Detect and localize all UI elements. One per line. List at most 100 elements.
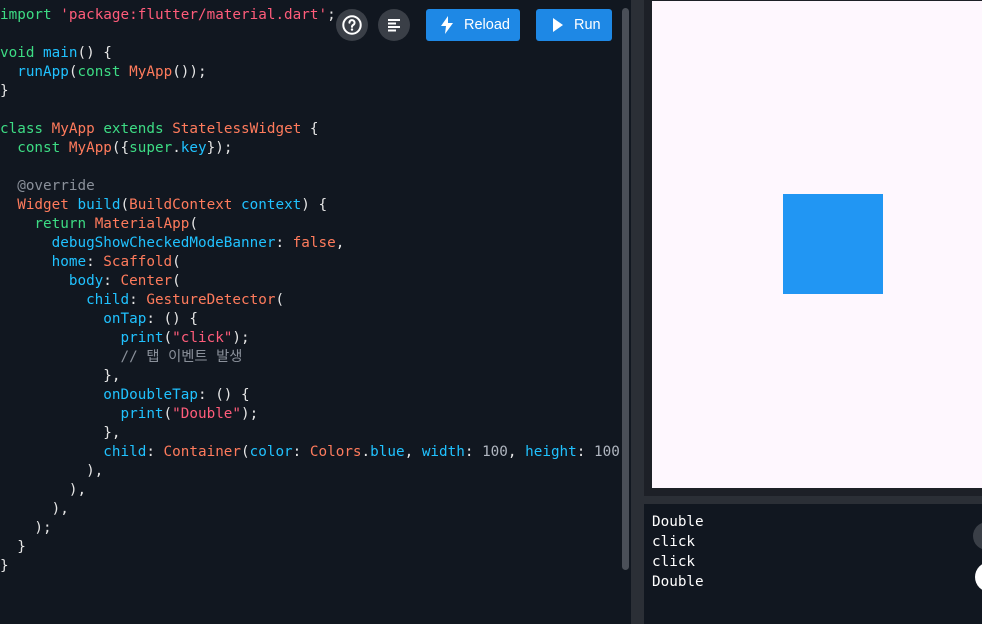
code-token: onTap bbox=[0, 311, 147, 327]
app-preview bbox=[652, 1, 982, 488]
code-token: // 탭 이벤트 발생 bbox=[0, 349, 243, 365]
code-line[interactable]: child: Container(color: Colors.blue, wid… bbox=[0, 443, 620, 462]
code-line[interactable]: ); bbox=[0, 519, 620, 538]
code-token: return bbox=[0, 216, 95, 232]
code-token: debugShowCheckedModeBanner bbox=[0, 235, 276, 251]
code-token: ( bbox=[241, 444, 250, 460]
code-token: color bbox=[249, 444, 293, 460]
code-token: Container bbox=[163, 444, 242, 460]
code-line[interactable] bbox=[0, 25, 620, 44]
code-line[interactable]: @override bbox=[0, 177, 620, 196]
console-line: Double bbox=[652, 574, 704, 590]
code-token: . bbox=[172, 140, 181, 156]
code-token: : bbox=[129, 292, 147, 308]
code-line[interactable]: class MyApp extends StatelessWidget { bbox=[0, 120, 620, 139]
code-token: ( bbox=[275, 292, 285, 308]
code-line[interactable]: runApp(const MyApp()); bbox=[0, 63, 620, 82]
code-token: ), bbox=[0, 482, 87, 498]
format-button[interactable] bbox=[378, 9, 410, 41]
console-action-button[interactable] bbox=[973, 522, 982, 550]
code-token: ) { bbox=[301, 197, 328, 213]
code-token: : () { bbox=[197, 387, 250, 403]
code-line[interactable]: return MaterialApp( bbox=[0, 215, 620, 234]
code-token: BuildContext bbox=[129, 197, 242, 213]
code-line[interactable]: // 탭 이벤트 발생 bbox=[0, 348, 620, 367]
code-line[interactable]: print("click"); bbox=[0, 329, 620, 348]
code-line[interactable]: import 'package:flutter/material.dart'; bbox=[0, 6, 620, 25]
code-token: }); bbox=[206, 140, 233, 156]
code-token: runApp bbox=[0, 64, 69, 80]
code-token: Scaffold bbox=[103, 254, 173, 270]
code-token: ()); bbox=[172, 64, 207, 80]
lightning-icon bbox=[441, 16, 453, 34]
code-token: StatelessWidget bbox=[172, 121, 302, 137]
code-line[interactable]: const MyApp({super.key}); bbox=[0, 139, 620, 158]
code-line[interactable]: }, bbox=[0, 424, 620, 443]
reload-label: Reload bbox=[464, 17, 510, 33]
code-line[interactable]: } bbox=[0, 538, 620, 557]
reload-button[interactable]: Reload bbox=[426, 9, 520, 41]
console-splitter[interactable] bbox=[644, 496, 982, 504]
code-token: ( bbox=[163, 330, 173, 346]
code-token: : bbox=[292, 444, 310, 460]
code-token: height bbox=[525, 444, 577, 460]
code-token: ( bbox=[120, 197, 130, 213]
code-line[interactable]: print("Double"); bbox=[0, 405, 620, 424]
editor-scrollbar-thumb[interactable] bbox=[622, 8, 629, 570]
code-line[interactable]: Widget build(BuildContext context) { bbox=[0, 196, 620, 215]
help-button[interactable] bbox=[336, 9, 368, 41]
code-token: Center bbox=[120, 273, 173, 289]
code-line[interactable]: } bbox=[0, 82, 620, 101]
code-token: ); bbox=[0, 520, 52, 536]
console-clear-button[interactable] bbox=[975, 562, 982, 592]
code-token: class bbox=[0, 121, 52, 137]
code-token: () { bbox=[77, 45, 112, 61]
code-token: false bbox=[292, 235, 336, 251]
run-label: Run bbox=[574, 17, 601, 33]
code-token: 100 bbox=[594, 444, 620, 460]
console-output: Double click click Double bbox=[652, 512, 704, 592]
pane-splitter[interactable] bbox=[631, 0, 644, 624]
code-token: : bbox=[103, 273, 121, 289]
code-token: MyApp bbox=[129, 64, 173, 80]
code-line[interactable]: ), bbox=[0, 462, 620, 481]
code-line[interactable]: ), bbox=[0, 500, 620, 519]
code-token: width bbox=[421, 444, 465, 460]
code-editor[interactable]: import 'package:flutter/material.dart'; … bbox=[0, 0, 620, 624]
code-line[interactable]: home: Scaffold( bbox=[0, 253, 620, 272]
code-token: , bbox=[335, 235, 345, 251]
code-line[interactable]: } bbox=[0, 557, 620, 576]
code-line[interactable]: onTap: () { bbox=[0, 310, 620, 329]
code-line[interactable]: child: GestureDetector( bbox=[0, 291, 620, 310]
code-line[interactable]: debugShowCheckedModeBanner: false, bbox=[0, 234, 620, 253]
code-content[interactable]: import 'package:flutter/material.dart'; … bbox=[0, 6, 620, 576]
code-line[interactable]: body: Center( bbox=[0, 272, 620, 291]
code-token: build bbox=[77, 197, 121, 213]
code-token: onDoubleTap bbox=[0, 387, 198, 403]
code-line[interactable]: ), bbox=[0, 481, 620, 500]
code-token: , bbox=[404, 444, 422, 460]
format-align-icon bbox=[388, 19, 400, 32]
code-line[interactable]: }, bbox=[0, 367, 620, 386]
code-token: 100 bbox=[482, 444, 508, 460]
code-token: MaterialApp bbox=[94, 216, 190, 232]
run-button[interactable]: Run bbox=[536, 9, 612, 41]
code-token: ( bbox=[163, 406, 173, 422]
code-token: }, bbox=[0, 368, 121, 384]
code-token: "click" bbox=[172, 330, 233, 346]
editor-scrollbar[interactable] bbox=[620, 0, 631, 624]
code-token: { bbox=[301, 121, 319, 137]
blue-container[interactable] bbox=[783, 194, 883, 294]
console-panel: Double click click Double bbox=[644, 504, 982, 624]
code-line[interactable] bbox=[0, 101, 620, 120]
code-line[interactable]: onDoubleTap: () { bbox=[0, 386, 620, 405]
code-token: const bbox=[77, 64, 130, 80]
code-token: key bbox=[180, 140, 207, 156]
code-token: import bbox=[0, 7, 61, 23]
code-line[interactable]: void main() { bbox=[0, 44, 620, 63]
code-token: body bbox=[0, 273, 104, 289]
code-line[interactable] bbox=[0, 158, 620, 177]
code-token: } bbox=[0, 83, 9, 99]
code-token: : () { bbox=[146, 311, 198, 327]
code-token: ); bbox=[241, 406, 259, 422]
